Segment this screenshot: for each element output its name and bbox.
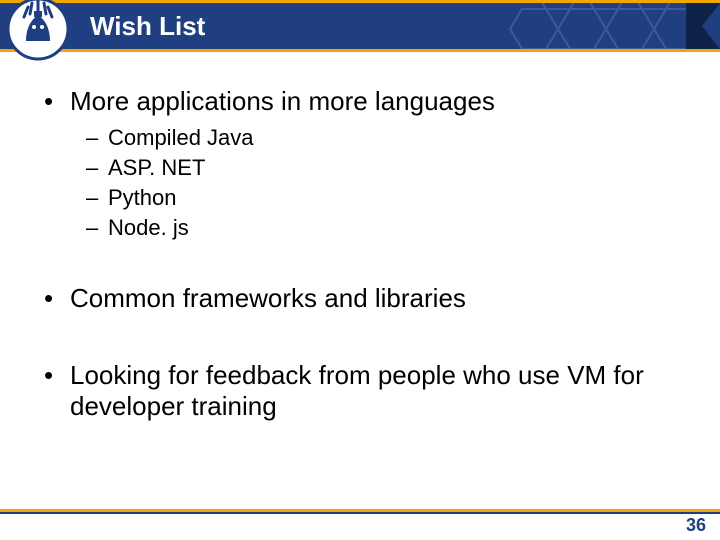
bullet-dot-icon: • [44,360,70,422]
bullet-level2: – Compiled Java [86,125,680,151]
bullet-level2: – Node. js [86,215,680,241]
bullet-level1: • More applications in more languages [44,86,680,117]
bullet-dash-icon: – [86,155,108,181]
bullet-dot-icon: • [44,86,70,117]
bullet-level1: • Common frameworks and libraries [44,283,680,314]
bullet-level1: • Looking for feedback from people who u… [44,360,680,422]
bullet-text: Compiled Java [108,125,254,151]
liberty-logo [6,0,70,61]
bullet-text: ASP. NET [108,155,205,181]
bullet-dash-icon: – [86,215,108,241]
slide-title: Wish List [90,11,205,42]
page-number: 36 [686,515,706,536]
bullet-dash-icon: – [86,125,108,151]
slide-header: Wish List [0,0,720,52]
header-arrow-icon [686,3,720,49]
slide-content: • More applications in more languages – … [0,70,720,430]
footer-rule [0,509,720,512]
bullet-text: Looking for feedback from people who use… [70,360,680,422]
bullet-text: Common frameworks and libraries [70,283,466,314]
bullet-dash-icon: – [86,185,108,211]
bullet-level2: – Python [86,185,680,211]
bullet-level2: – ASP. NET [86,155,680,181]
bullet-text: Node. js [108,215,189,241]
bullet-text: Python [108,185,177,211]
bullet-text: More applications in more languages [70,86,495,117]
bullet-dot-icon: • [44,283,70,314]
